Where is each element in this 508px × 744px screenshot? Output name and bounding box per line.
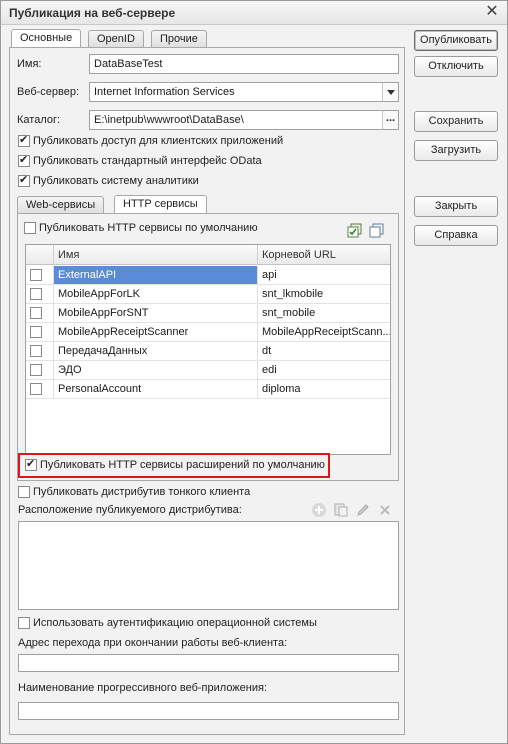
close-icon[interactable]: ✕ (483, 3, 501, 21)
edit-icon[interactable] (355, 502, 371, 518)
row-name: MobileAppForSNT (54, 304, 258, 322)
browse-button[interactable]: ... (382, 111, 398, 129)
table-row[interactable]: ExternalAPI api (26, 266, 390, 285)
name-label: Имя: (17, 58, 42, 70)
row-url: MobileAppReceiptScann... (262, 326, 390, 338)
row-url: api (262, 269, 277, 281)
header-name[interactable]: Имя (54, 245, 258, 265)
catalog-label: Каталог: (17, 114, 61, 126)
webserver-value: Internet Information Services (94, 86, 235, 98)
extensions-default-checkbox[interactable] (25, 457, 37, 471)
help-button[interactable]: Справка (414, 225, 498, 246)
table-row[interactable]: ПередачаДанных dt (26, 342, 390, 361)
webserver-select[interactable]: Internet Information Services (89, 82, 399, 102)
delete-icon[interactable] (377, 502, 393, 518)
os-auth-label: Использовать аутентификацию операционной… (33, 617, 317, 629)
tab-other[interactable]: Прочие (151, 30, 207, 48)
row-checkbox[interactable] (30, 383, 42, 395)
row-name: MobileAppReceiptScanner (54, 323, 258, 341)
pwa-label: Наименование прогрессивного веб-приложен… (18, 682, 268, 694)
row-checkbox[interactable] (30, 326, 42, 338)
row-name: MobileAppForLK (54, 285, 258, 303)
client-apps-label: Публиковать доступ для клиентских прилож… (33, 135, 284, 147)
row-checkbox[interactable] (30, 364, 42, 376)
title-bar: Публикация на веб-сервере ✕ (1, 1, 507, 25)
http-default-label: Публиковать HTTP сервисы по умолчанию (39, 222, 258, 234)
redirect-label: Адрес перехода при окончании работы веб-… (18, 637, 288, 649)
catalog-field[interactable]: E:\inetpub\wwwroot\DataBase\ ... (89, 110, 399, 130)
table-header: Имя Корневой URL (26, 245, 390, 265)
row-checkbox[interactable] (30, 269, 42, 281)
table-row[interactable]: PersonalAccount diploma (26, 380, 390, 399)
header-check-col (26, 245, 54, 265)
redirect-url-field[interactable] (18, 654, 399, 672)
thin-client-checkbox[interactable] (18, 486, 30, 498)
load-button[interactable]: Загрузить (414, 140, 498, 161)
catalog-value: E:\inetpub\wwwroot\DataBase\ (94, 114, 244, 126)
table-row[interactable]: MobileAppForSNT snt_mobile (26, 304, 390, 323)
table-row[interactable]: MobileAppForLK snt_lkmobile (26, 285, 390, 304)
odata-checkbox[interactable] (18, 153, 30, 167)
http-services-table: Имя Корневой URL ExternalAPI api MobileA… (25, 244, 391, 455)
header-url[interactable]: Корневой URL (258, 245, 390, 265)
distributive-location-list[interactable] (18, 521, 399, 610)
row-name: ПередачаДанных (54, 342, 258, 360)
row-name: ExternalAPI (54, 266, 258, 284)
table-row[interactable]: ЭДО edi (26, 361, 390, 380)
chevron-down-icon[interactable] (382, 83, 398, 101)
pwa-name-field[interactable] (18, 702, 399, 720)
uncheck-all-icon[interactable] (369, 223, 385, 239)
window-title: Публикация на веб-сервере (9, 6, 176, 20)
http-default-checkbox[interactable] (24, 222, 36, 234)
row-url: dt (262, 345, 272, 357)
distributive-location-label: Расположение публикуемого дистрибутива: (18, 504, 242, 516)
thin-client-label: Публиковать дистрибутив тонкого клиента (33, 486, 251, 498)
publish-button[interactable]: Опубликовать (414, 30, 498, 51)
row-url: snt_lkmobile (262, 288, 324, 300)
row-name: PersonalAccount (54, 380, 258, 398)
odata-label: Публиковать стандартный интерфейс OData (33, 155, 262, 167)
row-checkbox[interactable] (30, 307, 42, 319)
publish-dialog: Публикация на веб-сервере ✕ Основные Ope… (0, 0, 508, 744)
row-url: snt_mobile (262, 307, 316, 319)
client-apps-checkbox[interactable] (18, 133, 30, 147)
save-button[interactable]: Сохранить (414, 111, 498, 132)
row-checkbox[interactable] (30, 288, 42, 300)
tab-http-services[interactable]: HTTP сервисы (114, 195, 207, 214)
check-all-icon[interactable] (347, 223, 363, 239)
row-checkbox[interactable] (30, 345, 42, 357)
table-row[interactable]: MobileAppReceiptScanner MobileAppReceipt… (26, 323, 390, 342)
tab-web-services[interactable]: Web-сервисы (17, 196, 105, 214)
analytics-checkbox[interactable] (18, 173, 30, 187)
tab-main[interactable]: Основные (11, 29, 82, 48)
os-auth-checkbox[interactable] (18, 617, 30, 629)
row-name: ЭДО (54, 361, 258, 379)
analytics-label: Публиковать систему аналитики (33, 175, 199, 187)
row-url: edi (262, 364, 277, 376)
close-button[interactable]: Закрыть (414, 196, 498, 217)
add-icon[interactable] (311, 502, 327, 518)
webserver-label: Веб-сервер: (17, 86, 80, 98)
extensions-default-label: Публиковать HTTP сервисы расширений по у… (40, 459, 325, 471)
tab-openid[interactable]: OpenID (88, 30, 144, 48)
disable-button[interactable]: Отключить (414, 56, 498, 77)
copy-icon[interactable] (333, 502, 349, 518)
name-field[interactable]: DataBaseTest (89, 54, 399, 74)
row-url: diploma (262, 383, 301, 395)
